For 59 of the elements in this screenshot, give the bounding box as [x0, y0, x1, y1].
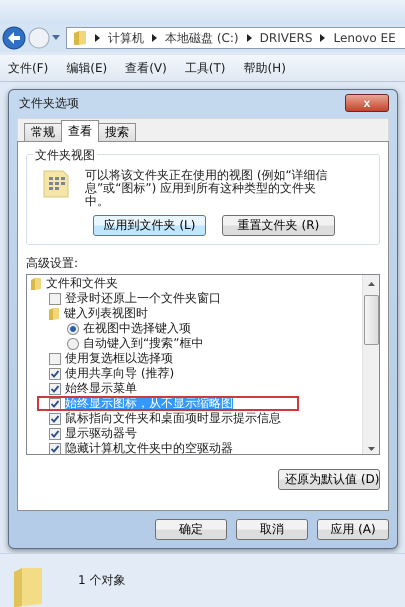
back-button[interactable]	[2, 26, 26, 50]
scroll-down-icon[interactable]	[368, 447, 374, 451]
reset-folders-button[interactable]: 重置文件夹 (R)	[222, 215, 335, 236]
radio-button[interactable]	[67, 338, 79, 350]
checkbox[interactable]	[49, 412, 61, 424]
setting-label[interactable]: 鼠标指向文件夹和桌面项时显示提示信息	[65, 412, 281, 425]
description-text: 可以将该文件夹正在使用的视图 (例如“详细信息”或“图标”) 应用到所有这种类型的文件夹中。	[85, 169, 329, 208]
menu-item[interactable]: 查看(V)	[125, 60, 167, 76]
tab[interactable]: 搜索	[98, 123, 136, 141]
ok-button[interactable]: 确定	[155, 519, 227, 540]
setting-label[interactable]: 自动键入到“搜索”框中	[83, 337, 204, 350]
setting-label[interactable]: 显示驱动器号	[65, 427, 137, 440]
scrollbar[interactable]	[362, 275, 379, 454]
folder-icon	[73, 30, 87, 46]
chevron-icon[interactable]	[246, 34, 252, 42]
restore-defaults-button[interactable]: 还原为默认值 (D)	[278, 469, 380, 490]
chevron-icon[interactable]	[95, 34, 100, 42]
setting-label[interactable]: 使用复选框以选择项	[65, 352, 173, 365]
tab[interactable]: 常规	[24, 123, 62, 141]
setting-label[interactable]: 在视图中选择键入项	[83, 322, 191, 335]
menu-item[interactable]: 工具(T)	[184, 60, 226, 76]
scroll-up-icon[interactable]	[368, 282, 374, 286]
setting-label[interactable]: 登录时还原上一个文件夹窗口	[65, 292, 221, 305]
checkbox[interactable]	[49, 368, 61, 380]
menu-item[interactable]: 帮助(H)	[244, 60, 286, 76]
setting-label: 键入列表视图时	[64, 307, 148, 320]
dropdown-icon[interactable]	[52, 35, 60, 41]
section-label: 高级设置:	[26, 255, 80, 272]
scroll-thumb[interactable]	[364, 295, 378, 345]
checkbox[interactable]	[49, 382, 61, 394]
checkbox[interactable]	[49, 442, 61, 454]
setting-label[interactable]: 始终显示菜单	[65, 382, 137, 395]
window-title: 文件夹选项	[19, 94, 79, 112]
chevron-icon[interactable]	[152, 34, 157, 42]
setting-label[interactable]: 隐藏计算机文件夹中的空驱动器	[65, 442, 233, 454]
checkbox[interactable]	[49, 352, 61, 364]
tab[interactable]: 查看	[61, 120, 99, 142]
checkbox[interactable]	[49, 292, 61, 304]
status-text: 1 个对象	[78, 572, 126, 589]
checkbox[interactable]	[49, 398, 61, 410]
folder-view-icon	[41, 169, 71, 199]
folder-icon	[31, 278, 42, 290]
radio-button[interactable]	[67, 322, 79, 334]
menu-item[interactable]: 文件(F)	[8, 60, 48, 76]
breadcrumb-item[interactable]: 本地磁盘 (C:)	[165, 30, 239, 46]
group-title: 文件夹视图	[33, 147, 97, 164]
setting-label: 文件和文件夹	[46, 277, 118, 290]
apply-button[interactable]: 应用 (A)	[317, 519, 389, 540]
folder-icon	[49, 308, 60, 320]
menu-item[interactable]: 编辑(E)	[66, 60, 108, 76]
breadcrumb-item[interactable]: DRIVERS	[260, 31, 312, 45]
apply-to-folders-button[interactable]: 应用到文件夹 (L)	[93, 215, 206, 236]
address-bar[interactable]: 计算机 本地磁盘 (C:) DRIVERS Lenovo EE	[66, 27, 405, 49]
setting-label[interactable]: 使用共享向导 (推荐)	[65, 367, 174, 380]
checkbox[interactable]	[49, 428, 61, 440]
breadcrumb-item[interactable]: 计算机	[108, 30, 144, 46]
chevron-icon[interactable]	[320, 34, 326, 42]
cancel-button[interactable]: 取消	[236, 519, 308, 540]
breadcrumb-item[interactable]: Lenovo EE	[333, 31, 396, 45]
